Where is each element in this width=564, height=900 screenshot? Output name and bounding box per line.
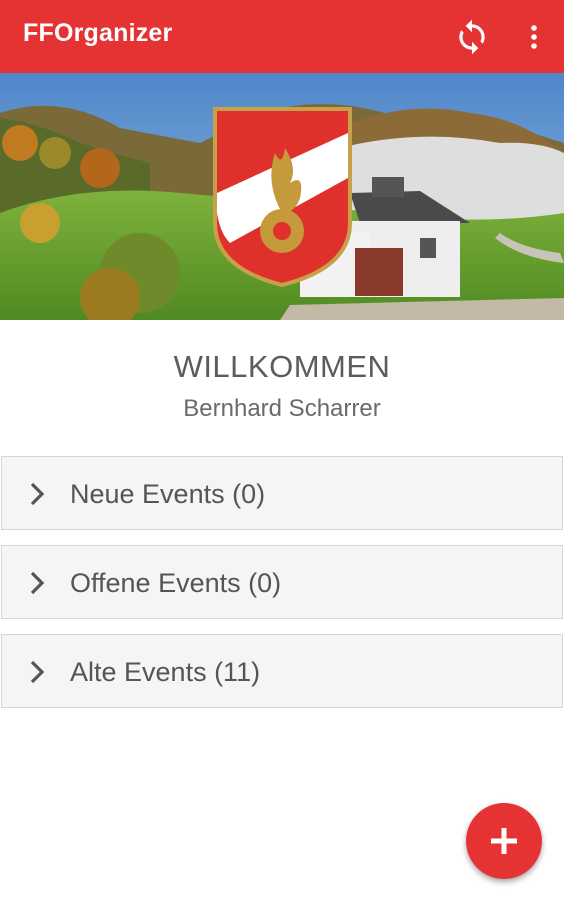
refresh-icon — [459, 19, 485, 54]
user-name: Bernhard Scharrer — [183, 395, 381, 422]
landscape-image — [0, 73, 564, 320]
overflow-menu-button[interactable] — [516, 0, 552, 73]
app-bar: FFOrganizer — [0, 0, 564, 73]
fire-brigade-crest — [213, 107, 352, 288]
section-label: Offene Events (0) — [70, 568, 282, 598]
section-label: Neue Events (0) — [70, 479, 266, 509]
section-neue-events[interactable]: Neue Events (0) — [1, 456, 563, 530]
chevron-right-icon — [30, 660, 45, 684]
more-vert-icon — [531, 24, 537, 49]
section-label: Alte Events (11) — [70, 657, 261, 687]
section-offene-events[interactable]: Offene Events (0) — [1, 545, 563, 619]
plus-icon — [491, 828, 517, 854]
welcome-title: WILLKOMMEN — [173, 349, 391, 384]
app-title: FFOrganizer — [23, 19, 173, 47]
refresh-button[interactable] — [446, 0, 498, 73]
chevron-right-icon — [30, 571, 45, 595]
add-event-button[interactable] — [466, 803, 542, 879]
chevron-right-icon — [30, 482, 45, 506]
section-alte-events[interactable]: Alte Events (11) — [1, 634, 563, 708]
header-image — [0, 73, 564, 320]
